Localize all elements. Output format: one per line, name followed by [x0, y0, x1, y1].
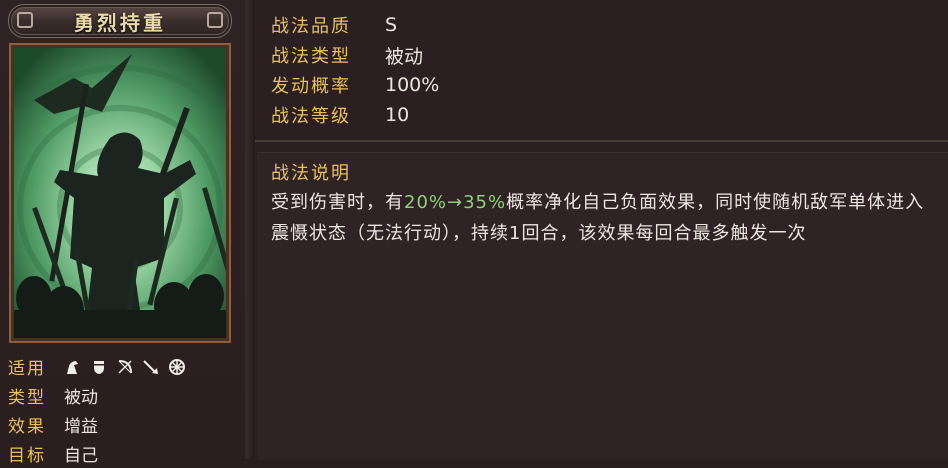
section-divider [255, 140, 948, 142]
info-row-type: 战法类型 被动 [271, 40, 423, 70]
description-title: 战法说明 [271, 163, 351, 184]
banner-ornament-icon [17, 12, 33, 28]
description-text: 受到伤害时，有20%→35%概率净化自己负面效果，同时使随机敌军单体进入震慑状态… [271, 187, 941, 249]
type-value: 被动 [64, 388, 98, 408]
skill-type-value: 被动 [385, 45, 424, 68]
probability-range: 20%→35% [404, 192, 507, 213]
skill-detail-panel: 战法品质 S 战法类型 被动 发动概率 100% 战法等级 10 战法说明 受到… [255, 0, 948, 460]
effect-row: 效果 增益 [8, 410, 238, 439]
quality-value: S [385, 14, 398, 36]
skill-name: 勇烈持重 [74, 10, 166, 35]
spear-icon [143, 359, 158, 374]
warrior-art-icon [14, 48, 226, 338]
skill-stats: 适用 类型 被动 效果 增益 目标 自己 [8, 352, 238, 468]
info-row-quality: 战法品质 S [271, 10, 397, 40]
description-part-1: 受到伤害时，有 [271, 192, 404, 213]
description-box: 战法说明 受到伤害时，有20%→35%概率净化自己负面效果，同时使随机敌军单体进… [257, 152, 948, 460]
level-label: 战法等级 [271, 106, 351, 127]
type-row: 类型 被动 [8, 381, 238, 410]
type-label: 类型 [8, 388, 46, 408]
effect-label: 效果 [8, 417, 46, 437]
skill-type-label: 战法类型 [271, 46, 351, 67]
description-part-3: 回合，该效果每回合最多触发一次 [521, 223, 807, 244]
level-value: 10 [385, 104, 410, 126]
effect-value: 增益 [64, 417, 98, 437]
info-row-probability: 发动概率 100% [271, 70, 439, 100]
duration-number: 1 [509, 223, 522, 244]
quality-label: 战法品质 [271, 16, 351, 37]
probability-label: 发动概率 [271, 76, 351, 97]
skill-name-banner: 勇烈持重 [8, 4, 232, 38]
banner-ornament-icon [207, 12, 223, 28]
applicable-label: 适用 [8, 359, 46, 379]
info-row-level: 战法等级 10 [271, 100, 409, 130]
target-row: 目标 自己 [8, 439, 238, 468]
target-label: 目标 [8, 446, 46, 466]
left-panel: 勇烈持重 适用 类型 被动 效果 增益 目标 自己 [0, 0, 245, 466]
unit-type-icons [64, 358, 186, 376]
bow-icon [118, 359, 132, 374]
shield-icon [94, 360, 104, 374]
probability-value: 100% [385, 74, 440, 96]
cavalry-icon [67, 360, 78, 374]
applicable-row: 适用 [8, 352, 238, 381]
skill-card-art [9, 43, 231, 343]
target-value: 自己 [64, 446, 98, 466]
wheel-icon [169, 358, 185, 375]
panel-divider [245, 0, 255, 459]
